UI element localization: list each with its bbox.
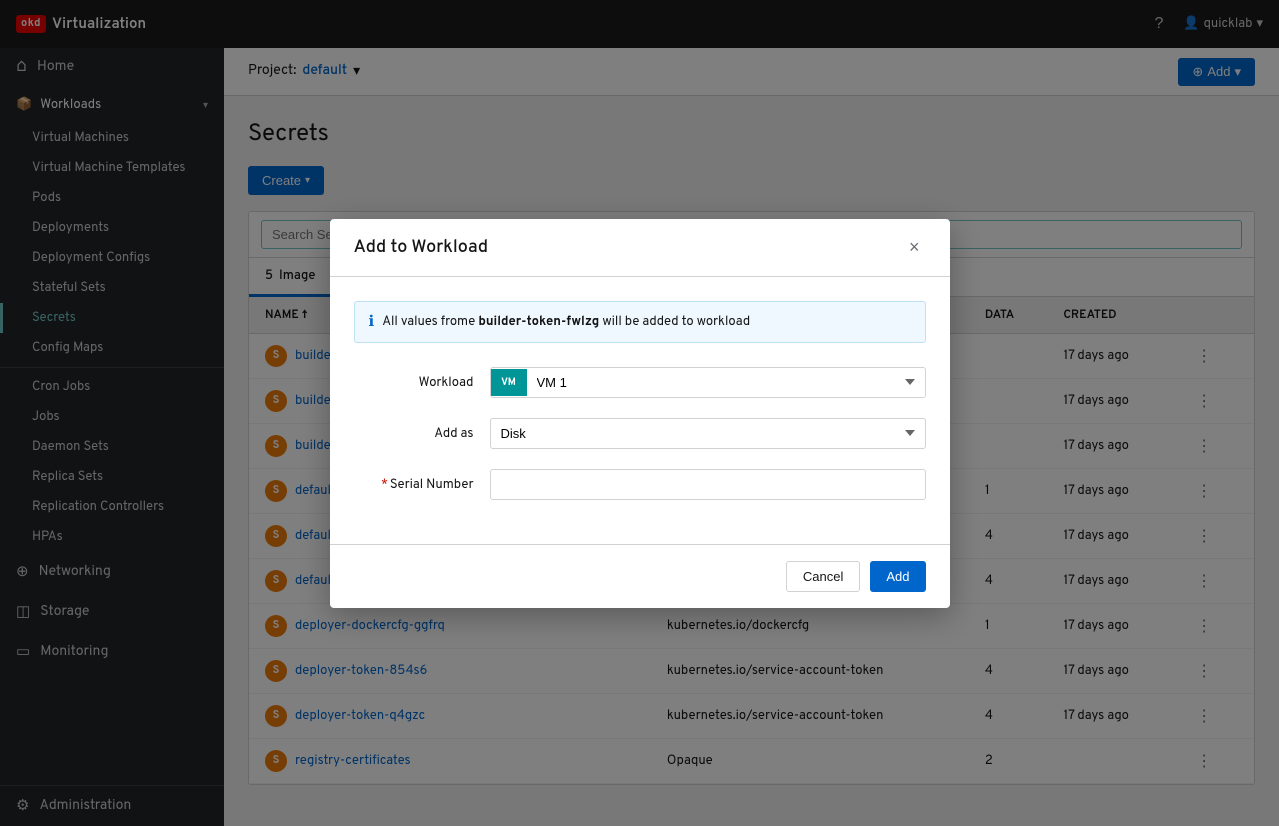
add-confirm-button[interactable]: Add — [870, 561, 925, 592]
serial-number-label: *Serial Number — [354, 469, 474, 493]
modal-title: Add to Workload — [354, 236, 489, 259]
add-to-workload-modal: Add to Workload × ℹ All values frome bui… — [330, 219, 950, 608]
info-banner: ℹ All values frome builder-token-fwlzg w… — [354, 301, 926, 343]
info-icon: ℹ — [369, 312, 375, 332]
modal-close-button[interactable]: × — [903, 235, 926, 260]
add-as-control: Disk Environment Environment from Secret — [490, 418, 926, 449]
serial-number-input[interactable] — [490, 469, 926, 500]
add-as-row: Add as Disk Environment Environment from… — [354, 418, 926, 449]
modal-footer: Cancel Add — [330, 544, 950, 608]
info-text-prefix: All values frome — [382, 314, 478, 330]
vm-badge: VM — [491, 369, 527, 396]
workload-control: VM VM 1 — [490, 367, 926, 398]
workload-select-wrapper: VM VM 1 — [490, 367, 926, 398]
modal-overlay[interactable]: Add to Workload × ℹ All values frome bui… — [0, 0, 1279, 826]
add-as-select[interactable]: Disk Environment Environment from Secret — [490, 418, 926, 449]
info-text: All values frome builder-token-fwlzg wil… — [382, 314, 750, 330]
add-as-label: Add as — [354, 418, 474, 442]
workload-select[interactable]: VM 1 — [527, 368, 925, 397]
modal-body: ℹ All values frome builder-token-fwlzg w… — [330, 277, 950, 544]
modal-header: Add to Workload × — [330, 219, 950, 277]
cancel-button[interactable]: Cancel — [786, 561, 860, 592]
workload-label: Workload — [354, 367, 474, 391]
serial-number-control — [490, 469, 926, 500]
serial-number-row: *Serial Number — [354, 469, 926, 500]
info-secret-name: builder-token-fwlzg — [478, 314, 599, 330]
workload-row: Workload VM VM 1 — [354, 367, 926, 398]
info-text-suffix: will be added to workload — [599, 314, 750, 330]
required-star: * — [381, 477, 388, 493]
